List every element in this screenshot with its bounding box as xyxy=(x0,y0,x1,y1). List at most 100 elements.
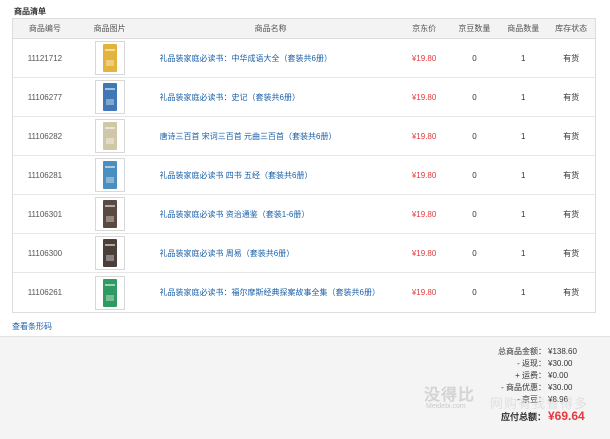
product-thumbnail[interactable] xyxy=(94,41,125,75)
product-qty: 1 xyxy=(521,170,526,180)
product-name-link[interactable]: 礼品装家庭必读书：中华成语大全（套装共6册） xyxy=(143,53,332,64)
cell-image xyxy=(77,41,143,75)
cell-name: 礼品装家庭必读书：史记（套装共6册） xyxy=(143,92,399,103)
header-id: 商品编号 xyxy=(28,24,61,33)
product-price: ¥19.80 xyxy=(411,209,437,219)
summary-rebate-value: ¥30.00 xyxy=(548,359,573,368)
cell-name: 礼品装家庭必读书 四书 五经（套装共6册） xyxy=(143,170,399,181)
table-header: 商品编号 商品图片 商品名称 京东价 京豆数量 商品数量 库存状态 xyxy=(13,19,595,39)
product-price: ¥19.80 xyxy=(411,170,437,180)
summary-pay-line: 应付总额： ¥69.64 xyxy=(486,409,596,423)
cell-price: ¥19.80 xyxy=(399,93,450,102)
product-qty: 1 xyxy=(521,53,526,63)
cell-name: 礼品装家庭必读书：福尔摩斯经典探案故事全集（套装共6册） xyxy=(143,287,399,298)
table-row: 11106277 礼品装家庭必读书：史记（套装共6册） ¥19.80 0 1 有货 xyxy=(13,78,595,117)
product-stock: 有货 xyxy=(563,53,580,63)
product-id: 11106281 xyxy=(27,170,63,180)
cell-image xyxy=(77,236,143,270)
product-qty: 1 xyxy=(521,248,526,258)
product-name-link[interactable]: 礼品装家庭必读书 四书 五经（套装共6册） xyxy=(143,170,313,181)
product-id: 11106301 xyxy=(27,209,63,219)
product-stock: 有货 xyxy=(563,92,580,102)
book-cover-icon xyxy=(102,161,117,189)
table-row: 11106300 礼品装家庭必读书 周易（套装共6册） ¥19.80 0 1 有货 xyxy=(13,234,595,273)
product-name-link[interactable]: 礼品装家庭必读书：福尔摩斯经典探案故事全集（套装共6册） xyxy=(143,287,380,298)
cell-stock: 有货 xyxy=(547,248,595,259)
summary-discount-label: - 商品优惠： xyxy=(501,383,546,392)
product-name-link[interactable]: 礼品装家庭必读书 周易（套装共6册） xyxy=(143,248,295,259)
product-thumbnail[interactable] xyxy=(94,236,125,270)
product-id: 11106300 xyxy=(27,248,63,258)
cell-name: 唐诗三百首 宋词三百首 元曲三百首（套装共6册） xyxy=(143,131,399,142)
product-thumbnail[interactable] xyxy=(94,275,125,310)
product-id: 11106277 xyxy=(27,92,63,102)
table-row: 11106281 礼品装家庭必读书 四书 五经（套装共6册） ¥19.80 0 1 有货 xyxy=(13,156,595,195)
cell-qty: 1 xyxy=(499,54,547,63)
cell-beans: 0 xyxy=(450,171,500,180)
summary-discount-line: - 商品优惠： ¥30.00 xyxy=(486,382,596,394)
product-table: 商品编号 商品图片 商品名称 京东价 京豆数量 商品数量 库存状态 111217… xyxy=(12,18,596,313)
product-price: ¥19.80 xyxy=(411,92,437,102)
product-thumbnail[interactable] xyxy=(94,80,125,114)
product-price: ¥19.80 xyxy=(411,248,437,258)
product-beans: 0 xyxy=(472,92,477,102)
summary-rebate-label: - 返现： xyxy=(517,359,546,368)
product-qty: 1 xyxy=(521,92,526,102)
cell-beans: 0 xyxy=(450,54,500,63)
product-stock: 有货 xyxy=(563,131,580,141)
product-id: 11106282 xyxy=(27,131,63,141)
cell-stock: 有货 xyxy=(547,53,595,64)
book-cover-icon xyxy=(102,44,117,72)
product-thumbnail[interactable] xyxy=(94,158,125,192)
product-stock: 有货 xyxy=(563,288,580,297)
cell-price: ¥19.80 xyxy=(399,54,450,63)
book-cover-icon xyxy=(102,278,117,307)
product-beans: 0 xyxy=(472,209,477,219)
product-price: ¥19.80 xyxy=(411,288,437,297)
order-summary: 总商品金额： ¥138.60 - 返现： ¥30.00 + 运费： ¥0.00 … xyxy=(0,336,610,439)
summary-total-line: 总商品金额： ¥138.60 xyxy=(486,346,596,358)
cell-image xyxy=(77,80,143,114)
table-body: 11121712 礼品装家庭必读书：中华成语大全（套装共6册） ¥19.80 0 1 有货… xyxy=(13,39,595,312)
summary-beans-value: ¥8.96 xyxy=(548,395,569,404)
cell-price: ¥19.80 xyxy=(399,171,450,180)
summary-pay-value: ¥69.64 xyxy=(548,409,585,423)
product-name-link[interactable]: 礼品装家庭必读书：史记（套装共6册） xyxy=(143,92,300,103)
summary-discount-value: ¥30.00 xyxy=(548,383,573,392)
cell-price: ¥19.80 xyxy=(399,249,450,258)
summary-shipping-line: + 运费： ¥0.00 xyxy=(486,370,596,382)
product-name-link[interactable]: 唐诗三百首 宋词三百首 元曲三百首（套装共6册） xyxy=(143,131,337,142)
header-stock: 库存状态 xyxy=(555,24,588,33)
table-row: 11106301 礼品装家庭必读书 资治通鉴（套装1-6册） ¥19.80 0 1 有货 xyxy=(13,195,595,234)
header-price: 京东价 xyxy=(412,24,437,33)
header-qty: 商品数量 xyxy=(507,24,540,33)
cell-price: ¥19.80 xyxy=(399,210,450,219)
product-id: 11106261 xyxy=(27,288,63,297)
product-qty: 1 xyxy=(521,209,526,219)
product-stock: 有货 xyxy=(563,248,580,258)
book-cover-icon xyxy=(102,122,117,150)
product-price: ¥19.80 xyxy=(411,131,437,141)
cell-beans: 0 xyxy=(450,93,500,102)
cell-stock: 有货 xyxy=(547,131,595,142)
cell-id: 11106301 xyxy=(13,210,77,219)
product-thumbnail[interactable] xyxy=(94,197,125,231)
summary-lines: 总商品金额： ¥138.60 - 返现： ¥30.00 + 运费： ¥0.00 … xyxy=(486,346,596,423)
cell-name: 礼品装家庭必读书 周易（套装共6册） xyxy=(143,248,399,259)
product-qty: 1 xyxy=(521,288,526,297)
cell-id: 11121712 xyxy=(13,54,77,63)
summary-total-label: 总商品金额： xyxy=(498,347,546,356)
header-image: 商品图片 xyxy=(93,24,126,33)
cell-qty: 1 xyxy=(499,249,547,258)
product-thumbnail[interactable] xyxy=(94,119,125,153)
cell-image xyxy=(77,197,143,231)
cell-id: 11106261 xyxy=(13,288,77,297)
cell-image xyxy=(77,158,143,192)
cell-beans: 0 xyxy=(450,210,500,219)
book-cover-icon xyxy=(102,83,117,111)
product-name-link[interactable]: 礼品装家庭必读书 资治通鉴（套装1-6册） xyxy=(143,209,310,220)
book-cover-icon xyxy=(102,200,117,228)
product-qty: 1 xyxy=(521,131,526,141)
view-barcode-link[interactable]: 查看条形码 xyxy=(12,321,52,332)
summary-shipping-value: ¥0.00 xyxy=(548,371,569,380)
